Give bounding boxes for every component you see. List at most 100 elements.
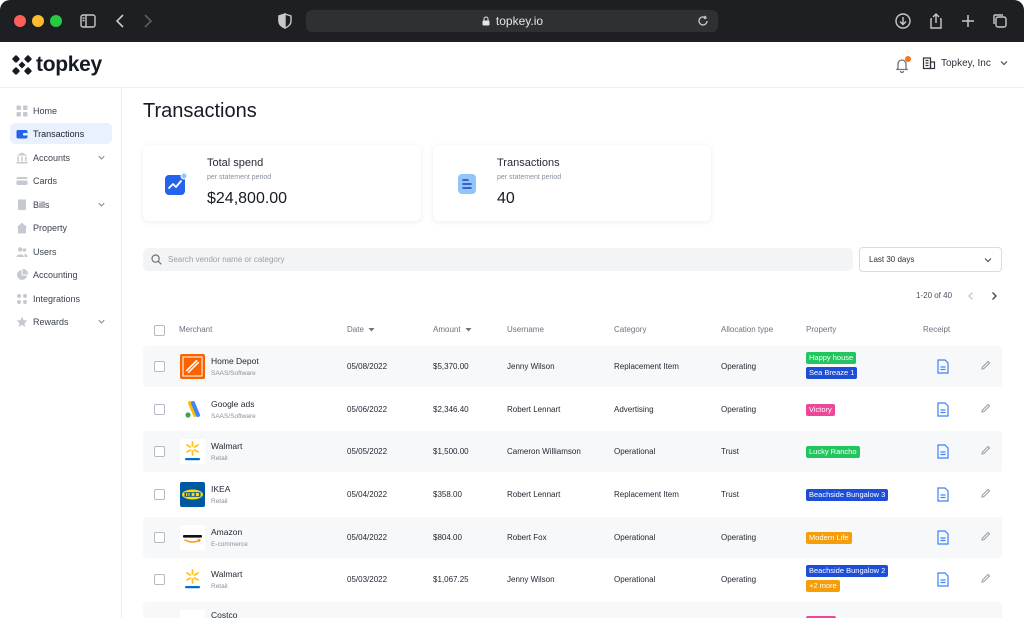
receipt-document-icon[interactable] [936,359,950,374]
sidebar-item-property[interactable]: Property [10,217,112,238]
previous-page-icon[interactable] [966,291,976,301]
column-header-category[interactable]: Category [614,325,646,334]
google-ads-logo-icon [180,397,205,422]
reload-icon[interactable] [696,14,710,28]
address-bar[interactable]: topkey.io [306,10,718,32]
chevron-down-icon[interactable] [96,152,107,163]
sidebar-item-rewards[interactable]: Rewards [10,311,112,332]
username-cell: Robert Lennart [507,490,561,499]
edit-pencil-icon[interactable] [980,445,991,456]
building-icon [922,57,936,70]
receipt-document-icon[interactable] [936,572,950,587]
search-input[interactable] [168,255,828,264]
company-name: Topkey, Inc [941,57,991,69]
column-header-merchant[interactable]: Merchant [179,325,212,334]
property-tag[interactable]: Lucky Rancho [806,446,860,458]
row-checkbox[interactable] [154,404,165,415]
sidebar-item-bills[interactable]: Bills [10,194,112,215]
share-icon[interactable] [926,11,946,31]
property-tag[interactable]: Sea Breaze 1 [806,367,858,379]
property-tag[interactable]: Beachside Bungalow 2 [806,565,889,577]
column-header-allocation[interactable]: Allocation type [721,325,773,334]
receipt-document-icon[interactable] [936,402,950,417]
column-header-username[interactable]: Username [507,325,544,334]
sidebar-item-label: Accounts [33,152,71,163]
category-cell: Operational [614,447,656,456]
property-tag[interactable]: Beachside Bungalow 3 [806,489,889,501]
sidebar-item-transactions[interactable]: Transactions [10,123,112,144]
table-row[interactable]: Walmart Retail 05/03/2022 $1,067.25 Jenn… [143,559,1002,600]
allocation-cell: Operating [721,362,757,371]
sidebar-item-label: Rewards [33,316,69,327]
receipt-document-icon[interactable] [936,530,950,545]
chevron-down-icon[interactable] [96,316,107,327]
property-tag[interactable]: Victory [806,404,835,416]
row-checkbox[interactable] [154,361,165,372]
download-icon[interactable] [893,11,913,31]
topkey-logo[interactable]: topkey [12,53,102,77]
column-header-date[interactable]: Date [347,325,375,334]
maximize-window-button[interactable] [50,15,62,27]
minimize-window-button[interactable] [32,15,44,27]
allocation-cell: Operating [721,405,757,414]
edit-pencil-icon[interactable] [980,403,991,414]
row-checkbox[interactable] [154,532,165,543]
privacy-shield-icon[interactable] [275,11,295,31]
property-tag[interactable]: Happy house [806,352,857,364]
close-window-button[interactable] [14,15,26,27]
date-cell: 05/05/2022 [347,447,388,456]
date-cell: 05/04/2022 [347,533,388,542]
sidebar-item-label: Cards [33,175,58,186]
column-header-receipt[interactable]: Receipt [923,325,950,334]
table-row[interactable]: IKEA Retail 05/04/2022 $358.00 Robert Le… [143,474,1002,515]
date-range-select[interactable]: Last 30 days [859,247,1002,272]
chevron-down-icon [984,258,992,263]
sidebar-toggle-icon[interactable] [78,11,98,31]
chevron-down-icon[interactable] [96,199,107,210]
sidebar-item-accounting[interactable]: Accounting [10,264,112,285]
allocation-cell: Trust [721,490,739,499]
column-header-amount[interactable]: Amount [433,325,472,334]
search-icon [151,254,162,265]
amount-cell: $804.00 [433,533,462,542]
company-switcher[interactable]: Topkey, Inc [922,56,1010,70]
tabs-overview-icon[interactable] [990,11,1010,31]
sidebar-item-accounts[interactable]: Accounts [10,147,112,168]
next-page-icon[interactable] [989,291,999,301]
table-row[interactable]: Costco [143,602,1002,618]
row-checkbox[interactable] [154,574,165,585]
sidebar-item-users[interactable]: Users [10,241,112,262]
edit-pencil-icon[interactable] [980,488,991,499]
pagination-label: 1-20 of 40 [916,291,953,300]
edit-pencil-icon[interactable] [980,360,991,371]
amount-cell: $1,067.25 [433,575,469,584]
sidebar-item-cards[interactable]: Cards [10,170,112,191]
sidebar-item-integrations[interactable]: Integrations [10,288,112,309]
table-row[interactable]: Amazon E-commerce 05/04/2022 $804.00 Rob… [143,517,1002,558]
property-tag[interactable]: Modern Life [806,532,852,544]
new-tab-icon[interactable] [958,11,978,31]
edit-pencil-icon[interactable] [980,573,991,584]
forward-arrow-icon[interactable] [137,11,157,31]
receipt-document-icon[interactable] [936,444,950,459]
more-tags-badge[interactable]: +2 more [806,580,840,592]
bill-icon [16,199,28,211]
ikea-logo-icon [180,482,205,507]
sidebar-item-home[interactable]: Home [10,100,112,121]
notifications-bell-icon[interactable] [893,56,911,74]
table-row[interactable]: Google ads SAAS/Software 05/06/2022 $2,3… [143,389,1002,430]
column-header-property[interactable]: Property [806,325,836,334]
table-row[interactable]: Walmart Retail 05/05/2022 $1,500.00 Came… [143,431,1002,472]
username-cell: Jenny Wilson [507,362,555,371]
row-checkbox[interactable] [154,446,165,457]
receipt-document-icon[interactable] [936,487,950,502]
table-row[interactable]: Home Depot SAAS/Software 05/08/2022 $5,3… [143,346,1002,387]
username-cell: Robert Lennart [507,405,561,414]
edit-pencil-icon[interactable] [980,531,991,542]
select-all-checkbox[interactable] [154,325,165,336]
row-checkbox[interactable] [154,489,165,500]
search-bar[interactable] [143,248,853,271]
date-cell: 05/08/2022 [347,362,388,371]
allocation-cell: Trust [721,447,739,456]
back-arrow-icon[interactable] [111,11,131,31]
